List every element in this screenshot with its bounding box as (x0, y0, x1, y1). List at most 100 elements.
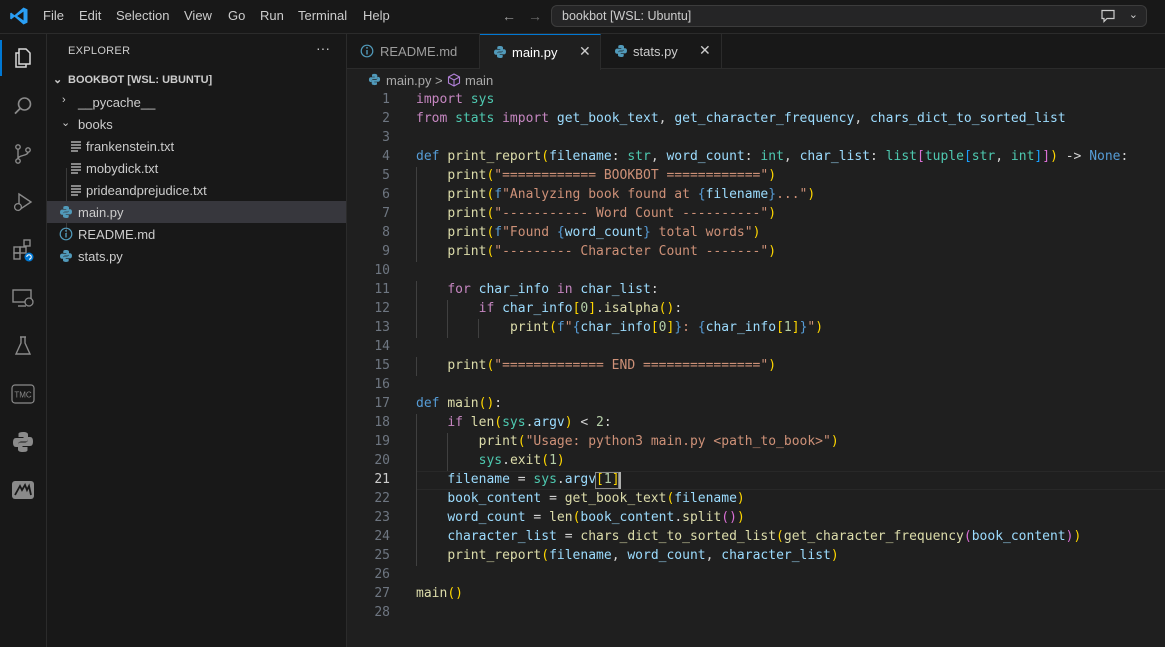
tab-stats-py[interactable]: stats.py ✕ (601, 34, 722, 69)
line-number: 27 (374, 586, 390, 601)
code-line[interactable]: 3 (347, 129, 1165, 148)
code-line[interactable]: 6 print(f"Analyzing book found at {filen… (347, 186, 1165, 205)
line-number: 18 (374, 415, 390, 430)
close-icon[interactable]: ✕ (699, 42, 711, 59)
code-editor[interactable]: 1 import sys 2 from stats import get_book_t… (347, 91, 1165, 647)
code-line[interactable]: 24 character_list = chars_dict_to_sorted… (347, 528, 1165, 547)
tree-item-stats-py[interactable]: stats.py (47, 245, 346, 267)
code-line[interactable]: 22 book_content = get_book_text(filename… (347, 490, 1165, 509)
menu-run[interactable]: Run (260, 8, 284, 23)
run-debug-icon[interactable] (11, 190, 35, 214)
code-line[interactable]: 1 import sys (347, 91, 1165, 110)
code-line[interactable]: 20 sys.exit(1) (347, 452, 1165, 471)
menu-edit[interactable]: Edit (79, 8, 101, 23)
chart-extension-icon[interactable] (11, 478, 35, 502)
title-bar: File Edit Selection View Go Run Terminal… (0, 0, 1165, 34)
code-line[interactable]: 9 print("--------- Character Count -----… (347, 243, 1165, 262)
code-line[interactable]: 19 print("Usage: python3 main.py <path_t… (347, 433, 1165, 452)
breadcrumb-symbol[interactable]: main (465, 73, 493, 88)
code-line[interactable]: 5 print("============ BOOKBOT ==========… (347, 167, 1165, 186)
tree-item-pycache[interactable]: › __pycache__ (47, 91, 346, 113)
python-file-icon (60, 250, 72, 262)
chevron-down-icon[interactable]: ⌄ (1129, 8, 1138, 21)
line-text: sys.exit(1) (478, 453, 565, 468)
code-line[interactable]: 18 if len(sys.argv) < 2: (347, 414, 1165, 433)
line-number: 10 (374, 263, 390, 278)
code-line[interactable]: 25 print_report(filename, word_count, ch… (347, 547, 1165, 566)
code-line[interactable]: 21 filename = sys.argv[1] (347, 471, 1165, 490)
line-text: print("----------- Word Count ----------… (447, 206, 777, 221)
explorer-icon[interactable] (11, 46, 35, 70)
forward-arrow-icon[interactable]: → (528, 8, 542, 24)
text-file-icon (71, 141, 81, 152)
menu-terminal[interactable]: Terminal (298, 8, 347, 23)
line-text: print_report(filename, word_count, chara… (447, 548, 839, 563)
search-icon[interactable] (11, 94, 35, 118)
code-line[interactable]: 2 from stats import get_book_text, get_ch… (347, 110, 1165, 129)
testing-icon[interactable] (11, 334, 35, 358)
close-icon[interactable]: ✕ (579, 43, 591, 60)
explorer-title: EXPLORER (68, 45, 131, 57)
line-number: 9 (382, 244, 390, 259)
tree-item-books[interactable]: ⌄ books (47, 113, 346, 135)
menu-file[interactable]: File (43, 8, 64, 23)
line-text: print("--------- Character Count -------… (447, 244, 777, 259)
tmc-icon[interactable]: TMC (11, 382, 35, 406)
line-number: 11 (374, 282, 390, 297)
tab-readme[interactable]: README.md (347, 34, 480, 69)
python-icon[interactable] (11, 430, 35, 454)
tree-item-label: README.md (78, 227, 156, 242)
code-line[interactable]: 12 if char_info[0].isalpha(): (347, 300, 1165, 319)
line-text: print("============ BOOKBOT ============… (447, 168, 777, 183)
tree-item-main-py[interactable]: main.py (47, 201, 346, 223)
code-line[interactable]: 7 print("----------- Word Count --------… (347, 205, 1165, 224)
code-line[interactable]: 26 (347, 566, 1165, 585)
code-line[interactable]: 13 print(f"{char_info[0]}: {char_info[1]… (347, 319, 1165, 338)
extensions-icon[interactable] (11, 238, 35, 262)
breadcrumb-file[interactable]: main.py (386, 73, 432, 88)
line-number: 16 (374, 377, 390, 392)
python-file-icon (368, 73, 381, 86)
code-line[interactable]: 28 (347, 604, 1165, 623)
line-number: 22 (374, 491, 390, 506)
code-line[interactable]: 27 main() (347, 585, 1165, 604)
code-line[interactable]: 10 (347, 262, 1165, 281)
line-text: print(f"Found {word_count} total words") (447, 225, 761, 240)
code-line[interactable]: 16 (347, 376, 1165, 395)
tab-main-py[interactable]: main.py ✕ (480, 34, 601, 70)
more-actions-icon[interactable]: ··· (316, 40, 330, 56)
python-file-icon (615, 45, 627, 57)
code-line[interactable]: 11 for char_info in char_list: (347, 281, 1165, 300)
code-line[interactable]: 8 print(f"Found {word_count} total words… (347, 224, 1165, 243)
tree-item-frankenstein[interactable]: frankenstein.txt (47, 135, 346, 157)
source-control-icon[interactable] (11, 142, 35, 166)
menu-go[interactable]: Go (228, 8, 245, 23)
back-arrow-icon[interactable]: ← (502, 8, 516, 24)
tree-item-prideandprejudice[interactable]: prideandprejudice.txt (47, 179, 346, 201)
tree-item-mobydick[interactable]: mobydick.txt (47, 157, 346, 179)
tree-item-label: mobydick.txt (86, 161, 159, 176)
remote-explorer-icon[interactable] (11, 286, 35, 310)
menu-help[interactable]: Help (363, 8, 390, 23)
code-line[interactable]: 15 print("============= END ============… (347, 357, 1165, 376)
code-line[interactable]: 14 (347, 338, 1165, 357)
tab-label: main.py (512, 45, 558, 60)
code-line[interactable]: 23 word_count = len(book_content.split()… (347, 509, 1165, 528)
menu-selection[interactable]: Selection (116, 8, 169, 23)
vscode-logo-icon (10, 7, 28, 25)
chat-icon[interactable] (1100, 9, 1116, 23)
workspace-root[interactable]: ⌄ BOOKBOT [WSL: UBUNTU] (47, 69, 346, 91)
tree-item-readme[interactable]: README.md (47, 223, 346, 245)
chevron-right-icon: › (62, 94, 66, 106)
line-number: 28 (374, 605, 390, 620)
command-center-label: bookbot [WSL: Ubuntu] (562, 9, 692, 23)
chevron-down-icon: ⌄ (53, 74, 63, 86)
line-number: 7 (382, 206, 390, 221)
tmc-label: TMC (14, 391, 32, 400)
code-line[interactable]: 4 def print_report(filename: str, word_co… (347, 148, 1165, 167)
tab-label: stats.py (633, 44, 678, 59)
code-line[interactable]: 17 def main(): (347, 395, 1165, 414)
command-center[interactable]: bookbot [WSL: Ubuntu] ⌄ (551, 5, 1147, 27)
line-text: def main(): (416, 396, 503, 411)
menu-view[interactable]: View (184, 8, 212, 23)
